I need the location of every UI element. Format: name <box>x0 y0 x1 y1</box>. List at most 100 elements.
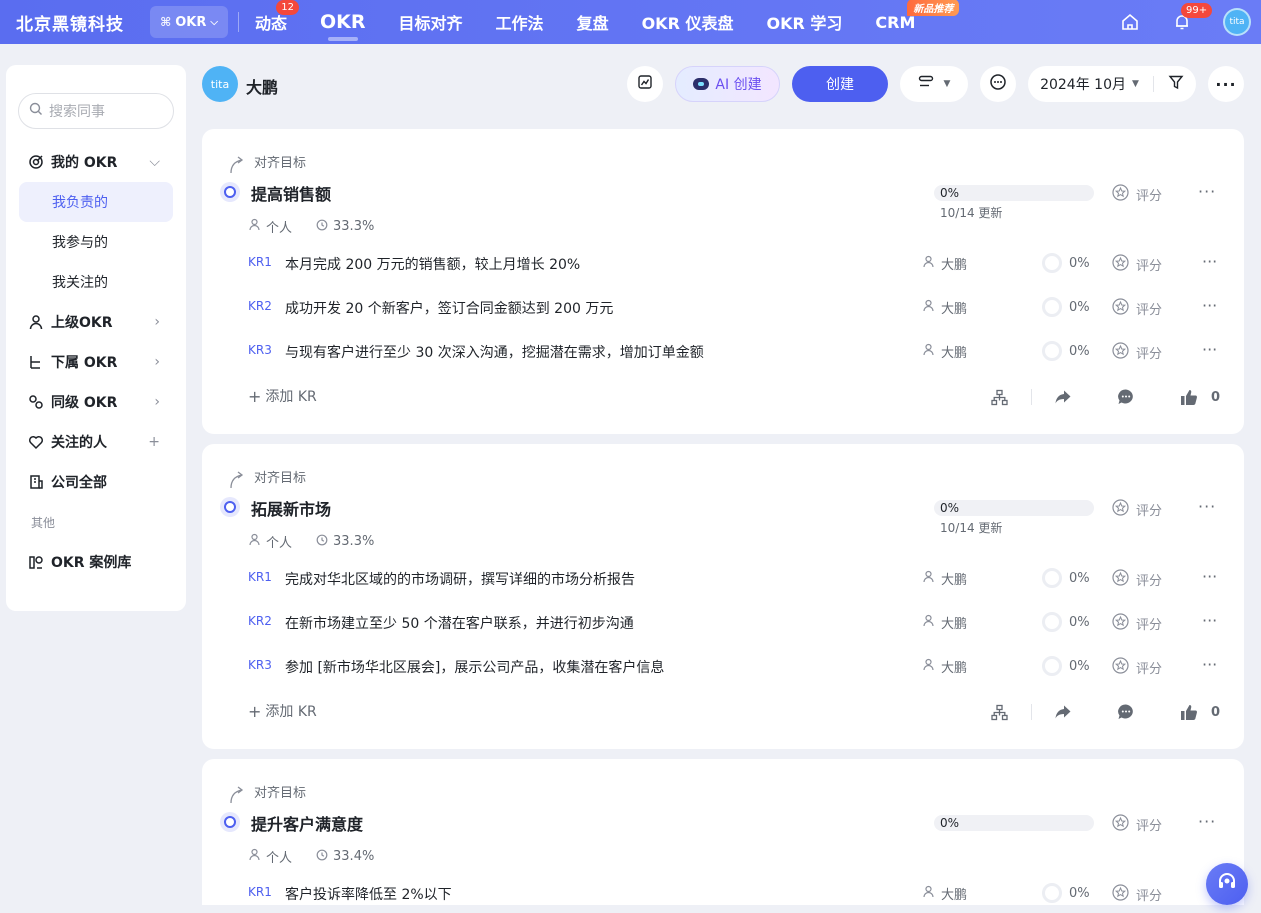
nav-item-okr[interactable]: OKR <box>320 11 366 41</box>
company-name[interactable]: 北京黑镜科技 <box>0 10 150 35</box>
kr-text[interactable]: 客户投诉率降低至 2%以下 <box>285 884 452 904</box>
align-objective-link[interactable]: 对齐目标 <box>254 467 306 486</box>
comments-button[interactable] <box>980 66 1016 102</box>
share-icon[interactable] <box>1054 703 1072 721</box>
kr-owner[interactable]: 大鹏 <box>922 657 967 676</box>
objective-progress-bar[interactable]: 0% <box>934 815 1094 831</box>
kr-rate-button[interactable]: 评分 <box>1112 254 1162 275</box>
kr-rate-button[interactable]: 评分 <box>1112 298 1162 319</box>
kr-owner[interactable]: 大鹏 <box>922 254 967 273</box>
more-options-button[interactable]: ··· <box>1208 66 1244 102</box>
sidebar-item-superior-okr[interactable]: 上级OKR › <box>6 302 186 342</box>
kr-text[interactable]: 本月完成 200 万元的销售额，较上月增长 20% <box>285 254 580 274</box>
kr-owner[interactable]: 大鹏 <box>922 298 967 317</box>
objective-more-icon[interactable]: ··· <box>1198 182 1216 201</box>
kr-more-icon[interactable]: ··· <box>1202 611 1217 630</box>
objective-more-icon[interactable]: ··· <box>1198 812 1216 831</box>
filter-icon[interactable] <box>1168 74 1184 94</box>
sidebar-item-peer-okr[interactable]: 同级 OKR › <box>6 382 186 422</box>
add-kr-button[interactable]: + 添加 KR <box>248 386 317 406</box>
thumbs-up-icon[interactable] <box>1180 703 1198 721</box>
alignment-tree-icon[interactable] <box>991 388 1009 406</box>
kr-rate-button[interactable]: 评分 <box>1112 569 1162 590</box>
comment-icon[interactable] <box>1117 703 1135 721</box>
nav-item-feed[interactable]: 动态 12 <box>255 0 300 34</box>
comment-icon[interactable] <box>1117 388 1135 406</box>
sidebar-item-responsible[interactable]: 我负责的 <box>19 182 173 222</box>
nav-item-learning[interactable]: OKR 学习 <box>766 10 842 34</box>
kr-row[interactable]: KR1 客户投诉率降低至 2%以下 大鹏 0% 评分 <box>202 883 1244 905</box>
kr-rate-button[interactable]: 评分 <box>1112 613 1162 634</box>
kr-rate-button[interactable]: 评分 <box>1112 657 1162 678</box>
sidebar-item-my-okr[interactable]: 我的 OKR ⌵ <box>6 142 186 182</box>
nav-item-methods[interactable]: 工作法 <box>496 10 544 34</box>
kr-more-icon[interactable]: ··· <box>1202 567 1217 586</box>
rate-button[interactable]: 评分 <box>1112 184 1162 205</box>
kr-text[interactable]: 参加 [新市场华北区展会]，展示公司产品，收集潜在客户信息 <box>285 657 664 677</box>
kr-row[interactable]: KR1 完成对华北区域的的市场调研，撰写详细的市场分析报告 大鹏 0% 评分 ·… <box>202 567 1244 590</box>
chart-view-button[interactable] <box>627 66 663 102</box>
owner-avatar[interactable]: tita <box>202 66 238 102</box>
view-mode-dropdown[interactable]: ▼ <box>900 66 968 102</box>
kr-rate-button[interactable]: 评分 <box>1112 884 1162 905</box>
objective-more-icon[interactable]: ··· <box>1198 497 1216 516</box>
share-icon[interactable] <box>1054 388 1072 406</box>
sidebar-item-company-all[interactable]: 公司全部 <box>6 462 186 502</box>
kr-more-icon[interactable]: ··· <box>1202 340 1217 359</box>
rate-button[interactable]: 评分 <box>1112 814 1162 835</box>
kr-progress[interactable]: 0% <box>1042 341 1090 361</box>
sidebar-item-participating[interactable]: 我参与的 <box>6 222 186 262</box>
customer-support-button[interactable] <box>1206 863 1248 905</box>
kr-progress[interactable]: 0% <box>1042 656 1090 676</box>
app-switcher[interactable]: ⌘ OKR ⌵ <box>150 6 228 38</box>
objective-title[interactable]: 提高销售额 <box>251 181 331 205</box>
notification-bell-icon[interactable]: 99+ <box>1171 3 1213 33</box>
objective-title[interactable]: 拓展新市场 <box>251 496 331 520</box>
add-kr-button[interactable]: + 添加 KR <box>248 701 317 721</box>
kr-owner[interactable]: 大鹏 <box>922 342 967 361</box>
alignment-tree-icon[interactable] <box>991 703 1009 721</box>
kr-text[interactable]: 在新市场建立至少 50 个潜在客户联系，并进行初步沟通 <box>285 613 634 633</box>
objective-title[interactable]: 提升客户满意度 <box>251 811 363 835</box>
objective-progress-bar[interactable]: 0% <box>934 500 1094 516</box>
kr-rate-button[interactable]: 评分 <box>1112 342 1162 363</box>
create-button[interactable]: 创建 <box>792 66 888 102</box>
kr-row[interactable]: KR2 成功开发 20 个新客户，签订合同金额达到 200 万元 大鹏 0% 评… <box>202 296 1244 319</box>
rate-button[interactable]: 评分 <box>1112 499 1162 520</box>
kr-text[interactable]: 与现有客户进行至少 30 次深入沟通，挖掘潜在需求，增加订单金额 <box>285 342 704 362</box>
kr-progress[interactable]: 0% <box>1042 568 1090 588</box>
objective-progress-bar[interactable]: 0% <box>934 185 1094 201</box>
sidebar-item-case-library[interactable]: OKR 案例库 <box>6 542 186 582</box>
plus-icon[interactable]: + <box>148 434 160 450</box>
nav-item-alignment[interactable]: 目标对齐 <box>399 10 463 34</box>
sidebar-item-followed-people[interactable]: 关注的人 + <box>6 422 186 462</box>
colleague-search-input[interactable]: 搜索同事 <box>18 93 174 129</box>
home-icon[interactable] <box>1119 11 1141 33</box>
sidebar-item-following[interactable]: 我关注的 <box>6 262 186 302</box>
kr-progress[interactable]: 0% <box>1042 297 1090 317</box>
nav-item-review[interactable]: 复盘 <box>577 10 609 34</box>
kr-progress[interactable]: 0% <box>1042 883 1090 903</box>
kr-row[interactable]: KR2 在新市场建立至少 50 个潜在客户联系，并进行初步沟通 大鹏 0% 评分… <box>202 611 1244 634</box>
ai-create-button[interactable]: AI 创建 <box>675 66 780 102</box>
align-objective-link[interactable]: 对齐目标 <box>254 782 306 801</box>
nav-item-dashboard[interactable]: OKR 仪表盘 <box>642 10 734 34</box>
kr-more-icon[interactable]: ··· <box>1202 296 1217 315</box>
kr-text[interactable]: 成功开发 20 个新客户，签订合同金额达到 200 万元 <box>285 298 613 318</box>
kr-text[interactable]: 完成对华北区域的的市场调研，撰写详细的市场分析报告 <box>285 569 635 589</box>
kr-progress[interactable]: 0% <box>1042 253 1090 273</box>
kr-row[interactable]: KR3 参加 [新市场华北区展会]，展示公司产品，收集潜在客户信息 大鹏 0% … <box>202 655 1244 678</box>
kr-owner[interactable]: 大鹏 <box>922 884 967 903</box>
kr-owner[interactable]: 大鹏 <box>922 613 967 632</box>
kr-owner[interactable]: 大鹏 <box>922 569 967 588</box>
thumbs-up-icon[interactable] <box>1180 388 1198 406</box>
kr-row[interactable]: KR3 与现有客户进行至少 30 次深入沟通，挖掘潜在需求，增加订单金额 大鹏 … <box>202 340 1244 363</box>
sidebar-item-subordinate-okr[interactable]: 下属 OKR › <box>6 342 186 382</box>
kr-progress[interactable]: 0% <box>1042 612 1090 632</box>
period-selector[interactable]: 2024年 10月 ▼ <box>1028 66 1196 102</box>
kr-more-icon[interactable]: ··· <box>1202 252 1217 271</box>
align-objective-link[interactable]: 对齐目标 <box>254 152 306 171</box>
user-avatar[interactable]: tita <box>1223 8 1251 36</box>
kr-row[interactable]: KR1 本月完成 200 万元的销售额，较上月增长 20% 大鹏 0% 评分 ·… <box>202 252 1244 275</box>
nav-item-crm[interactable]: CRM 新品推荐 <box>875 0 960 32</box>
